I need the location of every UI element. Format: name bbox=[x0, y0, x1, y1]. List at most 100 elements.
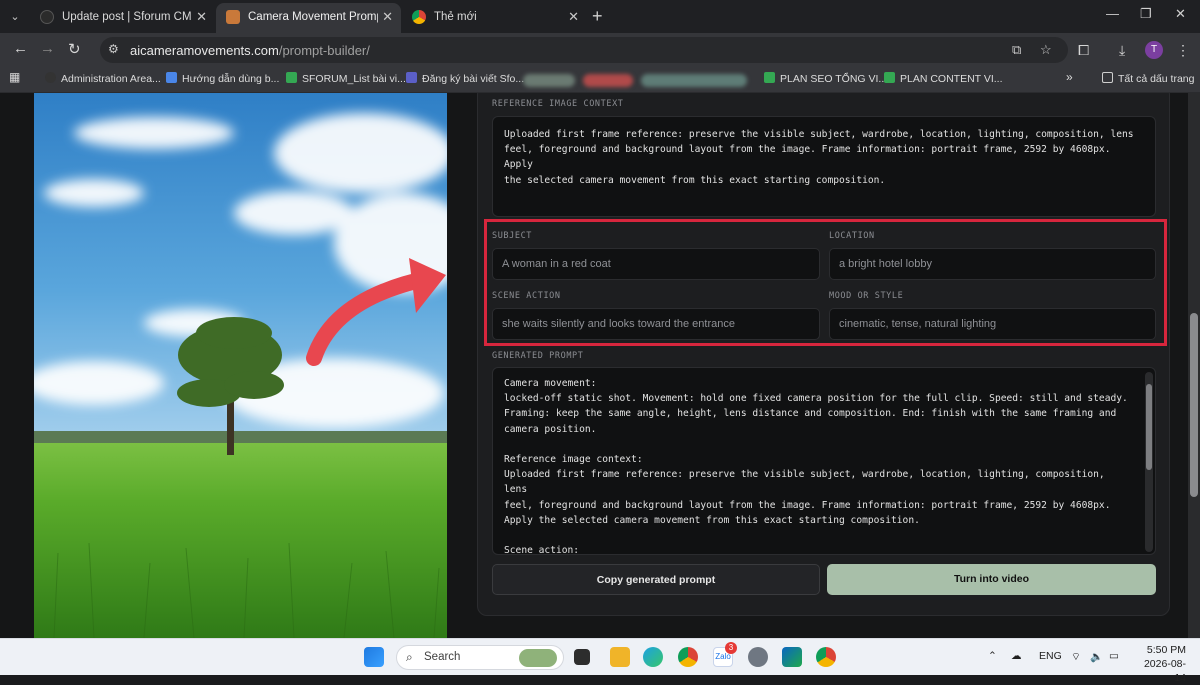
chrome-favicon-icon bbox=[412, 10, 426, 24]
zalo-icon[interactable]: Zalo 3 bbox=[713, 642, 737, 667]
bookmark-plan-seo[interactable]: PLAN SEO TỔNG VI... bbox=[764, 72, 887, 85]
page-scroll-thumb[interactable] bbox=[1190, 313, 1198, 497]
all-bookmarks-folder[interactable]: Tất cả dấu trang bbox=[1102, 72, 1194, 85]
close-tab-icon[interactable]: ✕ bbox=[196, 9, 207, 25]
tab-camera-movement[interactable]: Camera Movement Prompt Buil ✕ bbox=[216, 3, 401, 33]
mail-icon[interactable] bbox=[782, 647, 802, 667]
translate-icon[interactable]: ⧉ bbox=[1012, 42, 1021, 58]
search-placeholder: Search bbox=[424, 651, 461, 663]
reload-icon[interactable]: ↻ bbox=[68, 40, 81, 58]
textarea-scroll-thumb[interactable] bbox=[1146, 384, 1152, 470]
minimize-icon[interactable]: — bbox=[1106, 6, 1119, 21]
scene-action-label: SCENE ACTION bbox=[492, 291, 561, 301]
bookmark-plan-content[interactable]: PLAN CONTENT VI... bbox=[884, 72, 1003, 85]
generated-prompt-text: Camera movement: locked-off static shot.… bbox=[504, 378, 1128, 555]
onedrive-icon[interactable]: ☁ bbox=[1011, 650, 1022, 662]
notification-badge: 3 bbox=[725, 642, 737, 654]
url-text[interactable]: aicameramovements.com/prompt-builder/ bbox=[130, 43, 370, 58]
bookmark-label: Đăng ký bài viết Sfo... bbox=[422, 73, 525, 85]
scene-action-input[interactable]: she waits silently and looks toward the … bbox=[492, 308, 820, 340]
generated-prompt-label: GENERATED PROMPT bbox=[492, 351, 584, 361]
browser-toolbar: ← → ↻ ⚙ aicameramovements.com/prompt-bui… bbox=[0, 33, 1200, 67]
more-bookmarks-chevron[interactable]: » bbox=[1066, 70, 1073, 84]
reference-image bbox=[34, 93, 447, 638]
bookmark-label: Hướng dẫn dùng b... bbox=[182, 73, 280, 85]
downloads-icon[interactable]: ⤓ bbox=[1119, 42, 1125, 59]
bookmark-star-icon[interactable]: ☆ bbox=[1040, 42, 1052, 58]
docs-icon bbox=[166, 72, 177, 83]
generated-prompt-textarea[interactable]: Camera movement: locked-off static shot.… bbox=[492, 367, 1156, 555]
page-content: REFERENCE IMAGE CONTEXT Uploaded first f… bbox=[0, 93, 1188, 638]
reference-context-textarea[interactable]: Uploaded first frame reference: preserve… bbox=[492, 116, 1156, 217]
extensions-puzzle-icon[interactable]: ⧠ bbox=[1078, 42, 1089, 59]
blurred-bookmark[interactable] bbox=[523, 74, 575, 87]
windows-taskbar: ⌕ Search Zalo 3 ⌃ ☁ ENG ⌔ 🔈 ▭ 5:50 PM 20… bbox=[0, 638, 1200, 684]
tab-search-chevron-icon[interactable]: ⌄ bbox=[6, 8, 24, 26]
forward-arrow-icon[interactable]: → bbox=[40, 40, 55, 57]
blurred-bookmark[interactable] bbox=[583, 74, 633, 87]
bookmark-label: SFORUM_List bài vi... bbox=[302, 73, 406, 85]
bookmark-dang-ky[interactable]: Đăng ký bài viết Sfo... bbox=[406, 72, 524, 85]
prompt-builder-panel: REFERENCE IMAGE CONTEXT Uploaded first f… bbox=[477, 93, 1170, 616]
battery-icon[interactable]: ▭ bbox=[1109, 650, 1119, 662]
rice-field-tree-photo bbox=[34, 93, 447, 638]
folder-icon bbox=[1102, 72, 1113, 83]
profile-avatar[interactable]: T bbox=[1145, 41, 1163, 59]
windows-start-icon[interactable] bbox=[364, 647, 384, 667]
chrome-icon[interactable] bbox=[678, 647, 698, 667]
tab-sforum-cms[interactable]: Update post | Sforum CMS ✕ bbox=[30, 3, 215, 33]
close-window-icon[interactable]: ✕ bbox=[1175, 6, 1186, 22]
volume-icon[interactable]: 🔈 bbox=[1090, 650, 1103, 663]
bookmarks-bar: ▦ Administration Area... Hướng dẫn dùng … bbox=[0, 67, 1200, 93]
url-host: aicameramovements.com bbox=[130, 43, 279, 58]
subject-input[interactable]: A woman in a red coat bbox=[492, 248, 820, 280]
file-explorer-icon[interactable] bbox=[610, 647, 630, 667]
forms-icon bbox=[406, 72, 417, 83]
clock[interactable]: 5:50 PM 2026-08-14 bbox=[1134, 643, 1186, 685]
settings-gear-icon[interactable] bbox=[748, 647, 768, 667]
close-tab-icon[interactable]: ✕ bbox=[568, 9, 579, 25]
textarea-scrollbar[interactable] bbox=[1145, 372, 1153, 552]
apps-grid-icon[interactable]: ▦ bbox=[9, 70, 20, 84]
turn-into-video-button[interactable]: Turn into video bbox=[827, 564, 1156, 595]
chrome-profile-icon[interactable] bbox=[816, 647, 836, 667]
search-highlight-icon bbox=[519, 649, 557, 667]
tray-chevron-icon[interactable]: ⌃ bbox=[988, 650, 997, 662]
restore-icon[interactable]: ❐ bbox=[1140, 6, 1152, 22]
site-info-icon[interactable]: ⚙ bbox=[108, 42, 119, 56]
tab-strip: ⌄ Update post | Sforum CMS ✕ Camera Move… bbox=[0, 0, 1200, 33]
clock-time: 5:50 PM bbox=[1146, 644, 1186, 656]
close-tab-icon[interactable]: ✕ bbox=[382, 9, 393, 25]
bookmark-label: Tất cả dấu trang bbox=[1118, 73, 1195, 85]
edge-icon[interactable] bbox=[643, 647, 663, 667]
tab-new-tab[interactable]: Thẻ mới ✕ bbox=[402, 3, 587, 33]
taskbar-search[interactable]: ⌕ Search bbox=[396, 645, 564, 670]
sheets-icon bbox=[286, 72, 297, 83]
location-input[interactable]: a bright hotel lobby bbox=[829, 248, 1156, 280]
back-arrow-icon[interactable]: ← bbox=[13, 40, 28, 57]
task-view-icon[interactable] bbox=[574, 649, 590, 665]
new-tab-plus-icon[interactable]: + bbox=[592, 6, 603, 27]
bookmark-huong-dan[interactable]: Hướng dẫn dùng b... bbox=[166, 72, 279, 85]
bookmark-label: PLAN CONTENT VI... bbox=[900, 73, 1003, 85]
url-path: /prompt-builder/ bbox=[278, 43, 370, 58]
copy-generated-prompt-button[interactable]: Copy generated prompt bbox=[492, 564, 820, 595]
mood-style-label: MOOD OR STYLE bbox=[829, 291, 904, 301]
browser-menu-icon[interactable]: ⋮ bbox=[1176, 42, 1190, 59]
bookmark-label: PLAN SEO TỔNG VI... bbox=[780, 73, 888, 85]
bookmark-administration[interactable]: Administration Area... bbox=[45, 72, 161, 85]
wifi-icon[interactable]: ⌔ bbox=[1071, 650, 1081, 664]
blurred-bookmark[interactable] bbox=[641, 74, 747, 87]
page-scrollbar[interactable] bbox=[1188, 93, 1200, 638]
address-bar[interactable]: ⚙ aicameramovements.com/prompt-builder/ … bbox=[100, 37, 1068, 63]
bookmark-favicon-icon bbox=[45, 72, 56, 83]
mood-style-input[interactable]: cinematic, tense, natural lighting bbox=[829, 308, 1156, 340]
reference-context-label: REFERENCE IMAGE CONTEXT bbox=[492, 99, 624, 109]
tab-title: Camera Movement Prompt Buil bbox=[248, 11, 378, 23]
sheets-icon bbox=[764, 72, 775, 83]
sforum-favicon-icon bbox=[40, 10, 54, 24]
camera-favicon-icon bbox=[226, 10, 240, 24]
clock-date: 2026-08-14 bbox=[1143, 658, 1186, 684]
language-indicator[interactable]: ENG bbox=[1039, 650, 1062, 662]
bookmark-sforum-list[interactable]: SFORUM_List bài vi... bbox=[286, 72, 406, 85]
